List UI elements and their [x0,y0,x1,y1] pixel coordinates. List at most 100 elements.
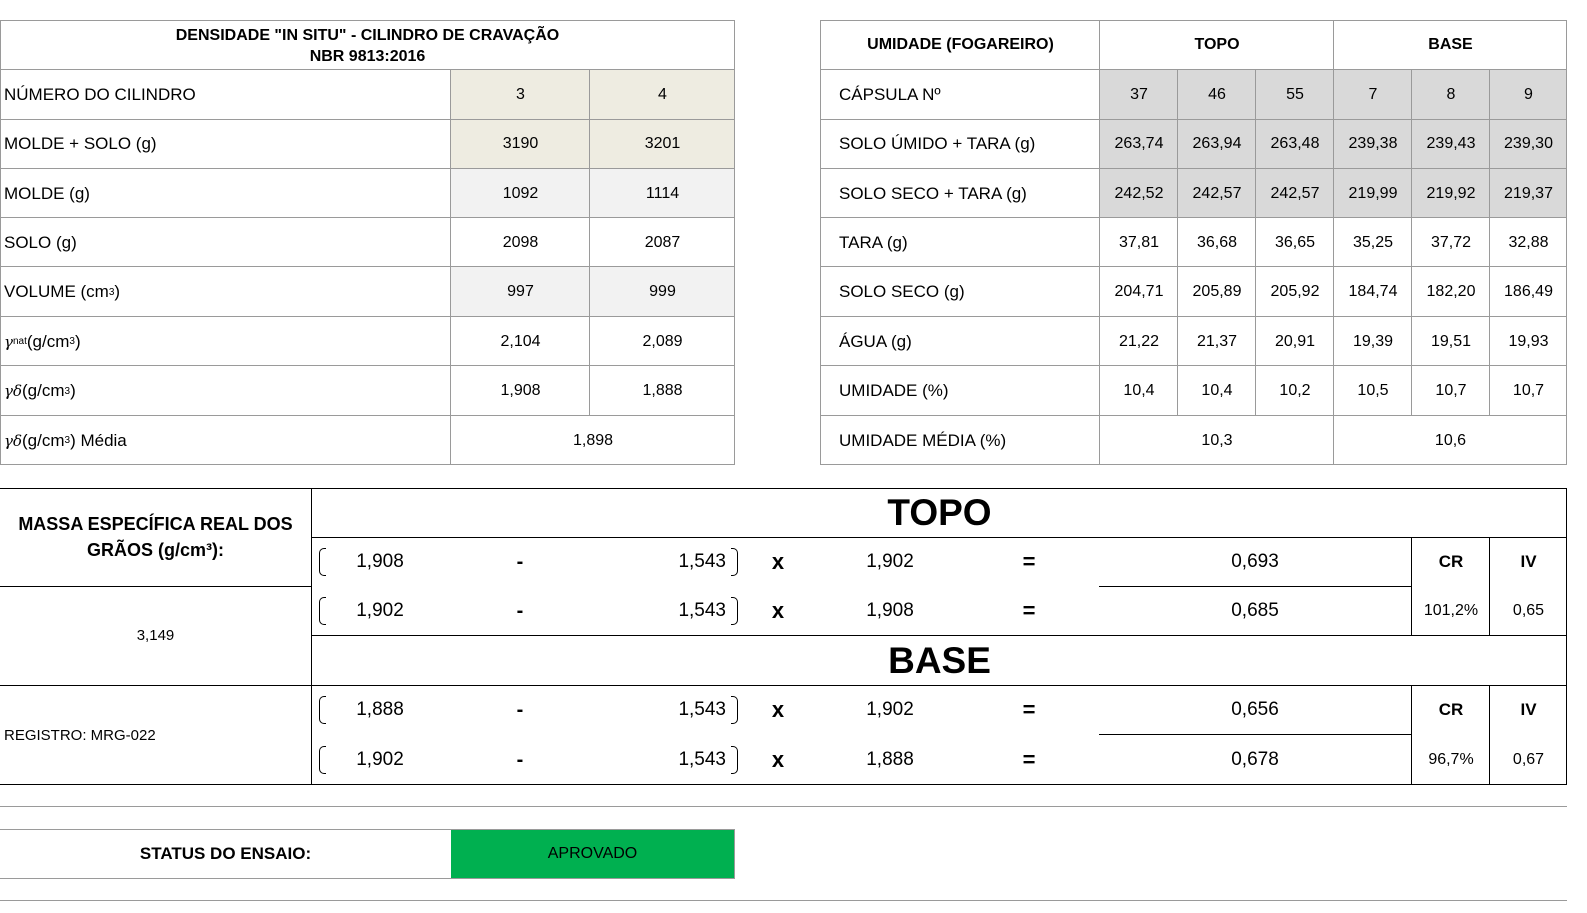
moisture-cell: 19,39 [1352,332,1394,350]
moisture-cell: 36,68 [1196,233,1238,251]
topo-cr-header: CR [1438,552,1464,571]
row-label-solo: SOLO (g) [4,232,77,252]
moisture-cell: 36,65 [1274,233,1316,251]
open-bracket-icon [319,597,326,625]
massa-especifica-label: MASSA ESPECÍFICA REAL DOS GRÃOS (g/cm³): [18,514,293,560]
gamma-d-2: 1,888 [642,382,683,399]
moisture-row-label: TARA (g) [839,232,908,252]
base-c-1: 1,888 [866,749,914,770]
base-result-0: 0,656 [1231,699,1279,720]
volume-label-text: VOLUME (cm [4,282,109,301]
topo-c-0: 1,902 [866,551,914,572]
base-result-1: 0,678 [1231,749,1279,770]
moisture-row-label: CÁPSULA Nº [839,84,941,104]
topo-title: TOPO [887,492,992,533]
row-label-volume: VOLUME (cm 3) [0,267,451,317]
status-badge: APROVADO [451,830,734,878]
base-minus-0: - [516,698,524,721]
topo-a-1: 1,902 [356,600,404,621]
topo-b-0: 1,543 [678,551,726,572]
umidade-media-topo: 10,3 [1201,431,1233,449]
cylinder-1: 3 [516,85,525,103]
base-a-1: 1,902 [356,749,404,770]
moisture-cell: 21,22 [1118,332,1160,350]
moisture-cell: 242,52 [1114,184,1164,202]
row-label-gamma-d-media: γδ (g/cm 3) Média [0,416,451,465]
cylinder-2: 4 [658,85,667,103]
moisture-cell: 242,57 [1270,184,1320,202]
molde-1: 1092 [502,184,539,202]
gamma-d-media-post: ) Média [70,430,127,450]
moisture-cell: 219,92 [1426,184,1476,202]
moisture-cell: 10,2 [1279,382,1311,399]
moisture-cell: 9 [1524,85,1533,103]
moisture-cell: 239,43 [1426,135,1476,152]
moisture-cell: 239,30 [1504,135,1553,152]
moisture-row-label: ÁGUA (g) [839,331,912,351]
moisture-base-header: BASE [1428,36,1473,53]
moisture-cell: 205,92 [1270,283,1320,300]
solo-1: 2098 [502,233,539,251]
topo-iv-value: 0,65 [1512,602,1545,619]
topo-iv-header: IV [1520,552,1537,571]
registro: REGISTRO: MRG-022 [4,726,156,744]
moisture-cell: 263,94 [1192,135,1242,152]
gamma-d-media-value: 1,898 [572,431,614,449]
moisture-cell: 204,71 [1114,283,1164,300]
moisture-cell: 37,81 [1118,233,1160,251]
moisture-cell: 37 [1130,85,1148,103]
moisture-cell: 37,72 [1430,233,1472,251]
topo-cr-value: 101,2% [1423,602,1479,619]
density-norm: NBR 9813:2016 [309,47,426,65]
moisture-cell: 242,57 [1192,184,1242,202]
row-label-molde: MOLDE (g) [4,183,90,203]
moisture-cell: 8 [1446,85,1456,103]
gamma-nat-1: 2,104 [500,332,541,350]
topo-b-1: 1,543 [678,600,726,621]
row-label-gamma-d: γδ (g/cm 3) [0,366,451,416]
moisture-cell: 21,37 [1196,332,1238,350]
gamma-symbol: γ [4,332,13,351]
gamma-d-media-unit: (g/cm [22,430,65,450]
moisture-cell: 10,4 [1201,382,1233,399]
gamma-nat-2: 2,089 [642,332,683,350]
status-label: STATUS DO ENSAIO: [139,844,312,863]
moisture-cell: 10,4 [1123,382,1155,399]
moisture-cell: 32,88 [1508,233,1549,251]
base-equals-0: = [1022,697,1036,722]
row-label-cylinder: NÚMERO DO CILINDRO [4,84,196,104]
moisture-topo-header: TOPO [1194,36,1240,53]
moisture-cell: 46 [1208,85,1226,103]
gamma-d-symbol: γδ [4,382,22,400]
base-equals-1: = [1022,747,1036,772]
moisture-cell: 239,38 [1348,135,1398,152]
base-times-1: x [771,747,785,772]
moisture-row-label: SOLO ÚMIDO + TARA (g) [839,134,1036,153]
moisture-row-label: SOLO SECO (g) [839,282,965,301]
gamma-nat-sub: nat [12,336,27,347]
moisture-cell: 263,74 [1114,135,1164,152]
base-b-0: 1,543 [678,699,726,720]
row-label-molde-solo: MOLDE + SOLO (g) [4,134,157,153]
gamma-d-media-symbol: γδ [4,431,22,450]
gamma-d-unit: (g/cm [22,381,65,400]
umidade-media-base: 10,6 [1434,431,1467,449]
topo-c-1: 1,908 [866,600,914,621]
solo-2: 2087 [644,233,681,251]
base-b-1: 1,543 [678,749,726,770]
moisture-cell: 19,51 [1430,332,1472,350]
open-bracket-icon [319,548,326,576]
moisture-cell: 184,74 [1348,283,1398,300]
density-title: DENSIDADE "IN SITU" - CILINDRO DE CRAVAÇ… [0,21,735,70]
moisture-cell: 219,37 [1504,184,1553,202]
base-title: BASE [888,640,991,681]
base-iv-header: IV [1520,700,1537,719]
volume-label-post: ) [114,282,121,301]
moisture-row-label: UMIDADE (%) [839,381,949,400]
moisture-cell: 205,89 [1192,283,1242,300]
density-title-line1: DENSIDADE "IN SITU" - CILINDRO DE CRAVAÇ… [175,26,560,44]
base-minus-1: - [516,748,524,771]
base-a-0: 1,888 [356,699,404,720]
open-bracket-icon [319,746,326,774]
base-iv-value: 0,67 [1512,751,1545,768]
